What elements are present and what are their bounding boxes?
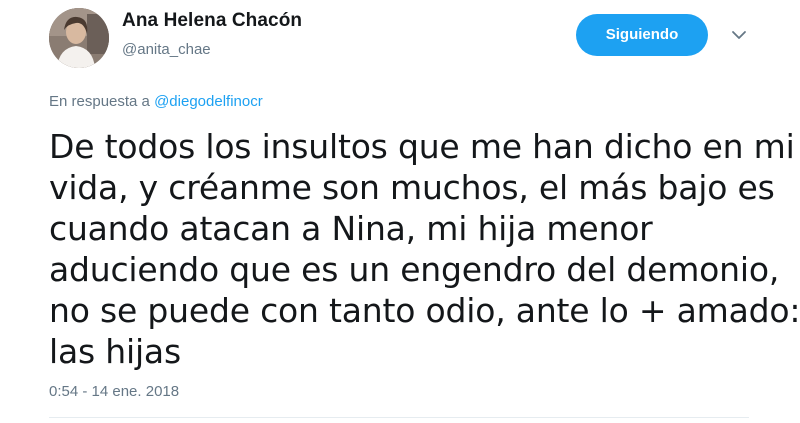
tweet-text-line: De todos los insultos que me han dicho e… xyxy=(49,127,795,166)
more-options-button[interactable] xyxy=(730,28,748,42)
tweet-text-line: no se puede con tanto odio, ante lo + am… xyxy=(49,291,800,330)
reply-context: En respuesta a @diegodelfinocr xyxy=(49,93,263,110)
tweet-card: Ana Helena Chacón @anita_chae Siguiendo … xyxy=(0,0,800,423)
tweet-text-line: las hijas xyxy=(49,332,181,371)
chevron-down-icon xyxy=(732,31,746,39)
tweet-text-line: vida, y créanme son muchos, el más bajo … xyxy=(49,168,775,207)
reply-context-prefix: En respuesta a xyxy=(49,93,150,110)
author-handle[interactable]: @anita_chae xyxy=(122,41,211,58)
tweet-text-line: aduciendo que es un engendro del demonio… xyxy=(49,250,780,289)
tweet-text-line: cuando atacan a Nina, mi hija menor xyxy=(49,209,653,248)
tweet-text: De todos los insultos que me han dicho e… xyxy=(49,126,800,372)
author-name[interactable]: Ana Helena Chacón xyxy=(122,10,302,32)
avatar[interactable] xyxy=(49,8,109,68)
tweet-timestamp[interactable]: 0:54 - 14 ene. 2018 xyxy=(49,383,179,400)
reply-mention-link[interactable]: @diegodelfinocr xyxy=(154,93,263,110)
divider xyxy=(49,417,749,418)
avatar-image xyxy=(49,8,109,68)
following-button[interactable]: Siguiendo xyxy=(576,14,708,56)
